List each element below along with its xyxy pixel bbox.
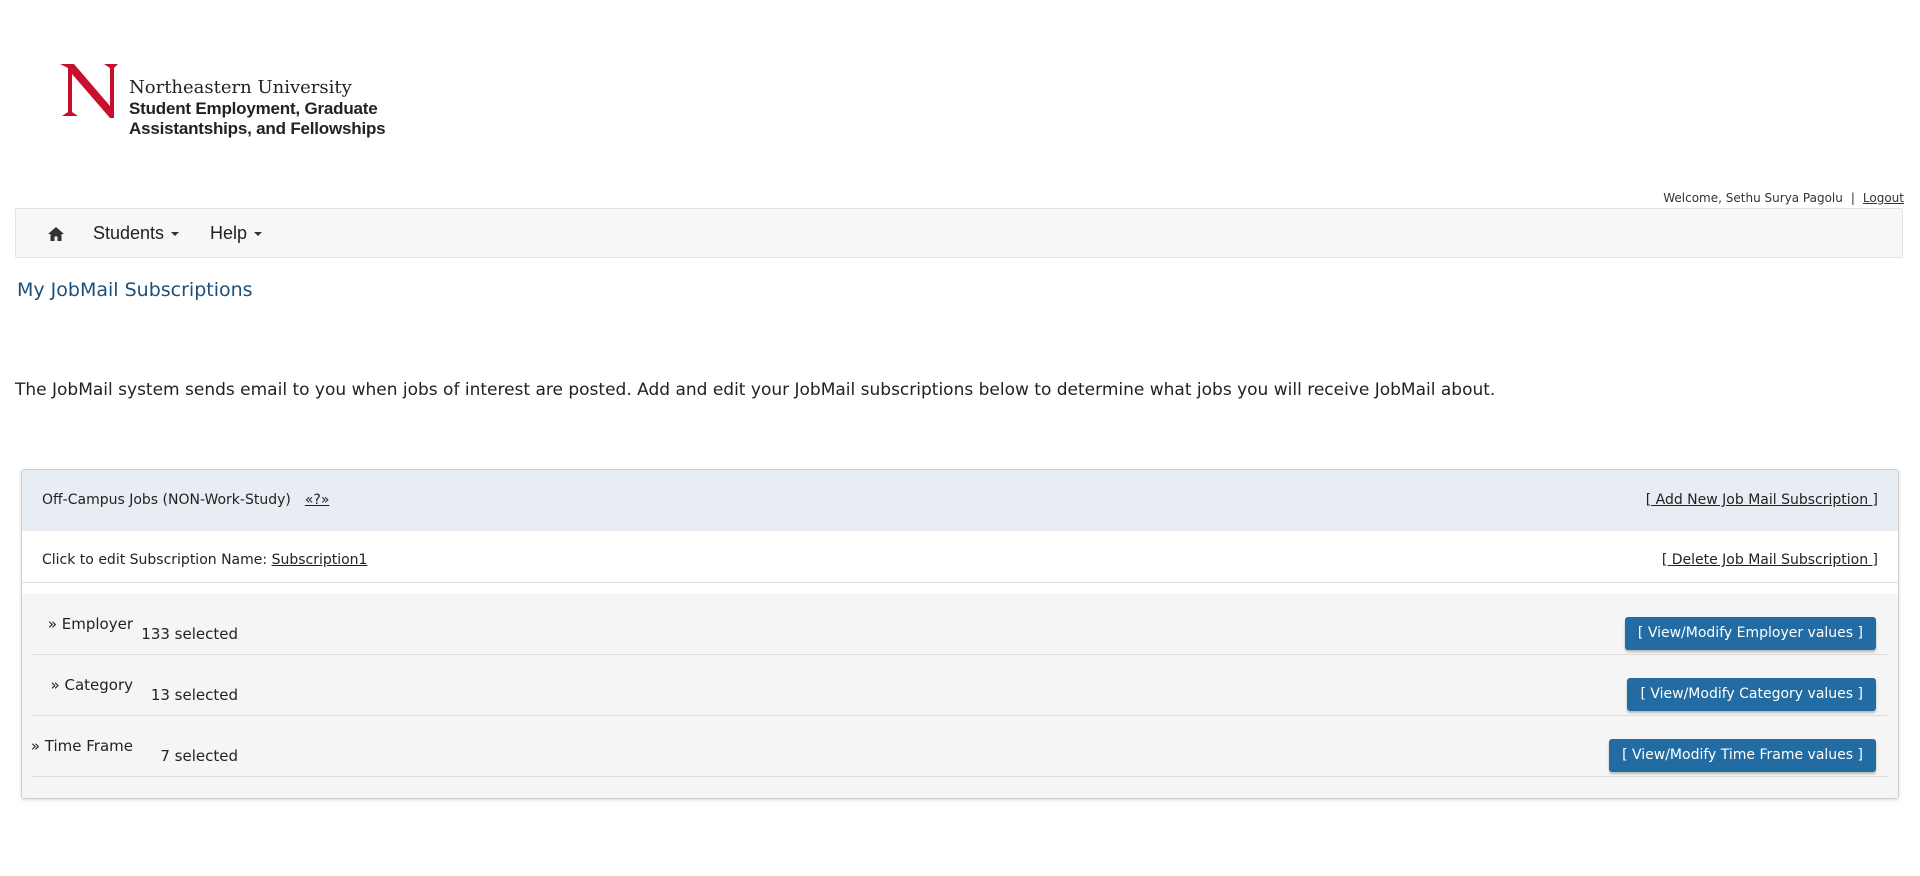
nav-help-dropdown[interactable]: Help: [210, 223, 263, 244]
delete-subscription-link[interactable]: [ Delete Job Mail Subscription ]: [1662, 552, 1878, 568]
logo-subtitle-line2: Assistantships, and Fellowships: [129, 119, 386, 138]
n-logo-icon: [60, 64, 118, 118]
criteria-count: 7 selected: [160, 747, 238, 765]
nav-students-dropdown[interactable]: Students: [93, 223, 180, 244]
chevron-down-icon: [254, 232, 263, 237]
criteria-row-category: » Category 13 selected [ View/Modify Cat…: [32, 655, 1888, 716]
subscription-name-label: Click to edit Subscription Name: Subscri…: [42, 552, 367, 568]
edit-name-label: Click to edit Subscription Name:: [42, 552, 268, 568]
logout-link[interactable]: Logout: [1863, 191, 1904, 205]
nav-students-label: Students: [93, 223, 165, 243]
criteria-name: » Employer: [47, 615, 133, 633]
criteria-row-employer: » Employer 133 selected [ View/Modify Em…: [32, 594, 1888, 655]
view-modify-category-button[interactable]: [ View/Modify Category values ]: [1627, 678, 1876, 711]
welcome-separator: |: [1850, 191, 1855, 205]
nav-help-label: Help: [210, 223, 248, 243]
subscription-name-link[interactable]: Subscription1: [272, 552, 368, 568]
logo-subtitle-line1: Student Employment, Graduate: [129, 99, 378, 118]
welcome-text: Welcome, Sethu Surya Pagolu: [1663, 191, 1843, 205]
view-modify-employer-button[interactable]: [ View/Modify Employer values ]: [1624, 617, 1876, 650]
panel-header: Off-Campus Jobs (NON-Work-Study) «?» [ Ad…: [22, 470, 1898, 531]
subscription-name-row: Click to edit Subscription Name: Subscri…: [22, 531, 1898, 583]
intro-text: The JobMail system sends email to you wh…: [15, 380, 1496, 400]
welcome-bar: Welcome, Sethu Surya Pagolu | Logout: [1663, 191, 1904, 205]
main-navbar: Students Help: [15, 208, 1903, 258]
view-modify-time-frame-button[interactable]: [ View/Modify Time Frame values ]: [1609, 739, 1876, 772]
panel-title-text: Off-Campus Jobs (NON-Work-Study): [42, 492, 291, 508]
logo-university-name: Northeastern University: [129, 77, 352, 98]
criteria-list: » Employer 133 selected [ View/Modify Em…: [22, 594, 1898, 798]
criteria-row-time-frame: » Time Frame 7 selected [ View/Modify Ti…: [30, 716, 1888, 777]
page-title: My JobMail Subscriptions: [17, 279, 253, 301]
criteria-name: » Category: [50, 676, 133, 694]
add-subscription-link[interactable]: [ Add New Job Mail Subscription ]: [1646, 492, 1878, 508]
criteria-name: » Time Frame: [30, 737, 133, 755]
panel-title: Off-Campus Jobs (NON-Work-Study) «?»: [42, 492, 329, 508]
criteria-count: 133 selected: [141, 625, 238, 643]
home-icon[interactable]: [46, 224, 66, 244]
help-link[interactable]: «?»: [305, 492, 330, 508]
university-logo[interactable]: Northeastern University Student Employme…: [60, 62, 400, 144]
subscription-panel: Off-Campus Jobs (NON-Work-Study) «?» [ Ad…: [21, 469, 1899, 799]
logo-subtitle: Student Employment, Graduate Assistantsh…: [129, 99, 409, 139]
criteria-count: 13 selected: [150, 686, 238, 704]
chevron-down-icon: [171, 232, 180, 237]
